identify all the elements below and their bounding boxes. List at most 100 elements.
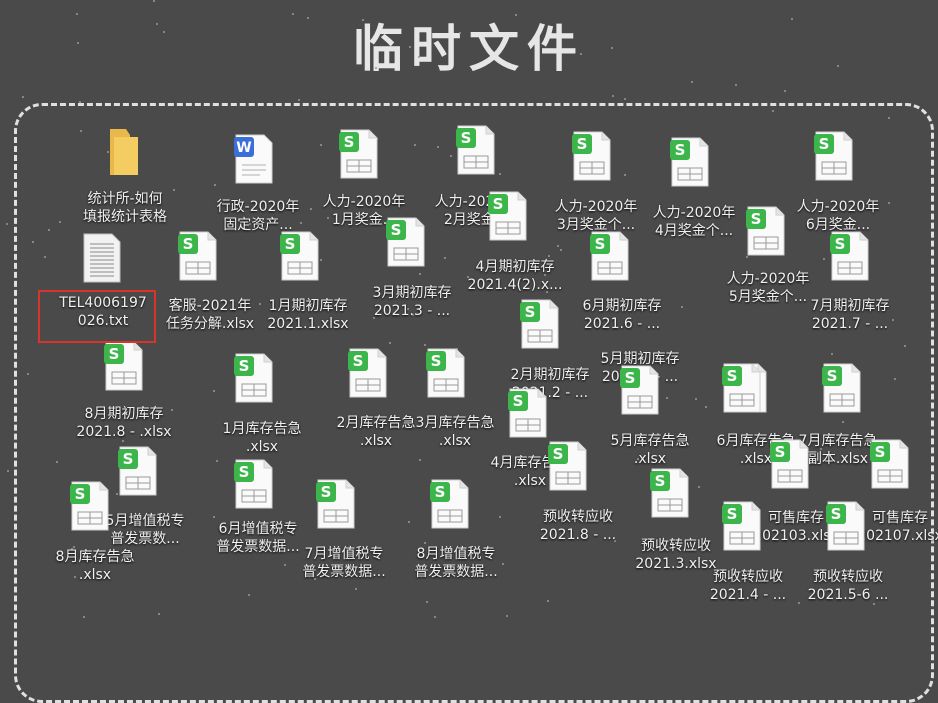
background-speck bbox=[292, 13, 294, 15]
spreadsheet-file-icon[interactable]: S bbox=[426, 347, 466, 399]
folder-icon[interactable] bbox=[104, 125, 144, 177]
background-speck bbox=[580, 53, 582, 55]
file-label[interactable]: 3月期初库存 2021.3 - ... bbox=[352, 284, 472, 320]
file-label[interactable]: 1月库存告急 .xlsx bbox=[202, 420, 322, 456]
background-speck bbox=[612, 95, 614, 97]
background-speck bbox=[611, 47, 613, 49]
svg-text:S: S bbox=[461, 129, 472, 147]
file-label[interactable]: 8月期初库存 2021.8 - .xlsx bbox=[64, 405, 184, 441]
spreadsheet-file-icon[interactable]: S bbox=[620, 364, 660, 416]
svg-text:S: S bbox=[625, 369, 636, 387]
spreadsheet-file-icon[interactable]: S bbox=[870, 438, 910, 490]
svg-text:S: S bbox=[775, 443, 786, 461]
background-speck bbox=[6, 223, 8, 225]
spreadsheet-file-icon[interactable]: S bbox=[430, 478, 470, 530]
svg-text:S: S bbox=[875, 443, 886, 461]
spreadsheet-file-icon[interactable]: S bbox=[548, 440, 588, 492]
background-speck bbox=[691, 81, 693, 83]
spreadsheet-file-icon[interactable]: S bbox=[670, 136, 710, 188]
background-speck bbox=[459, 32, 461, 34]
svg-text:S: S bbox=[123, 450, 134, 468]
spreadsheet-file-icon[interactable]: S bbox=[348, 347, 388, 399]
svg-text:S: S bbox=[239, 357, 250, 375]
svg-text:S: S bbox=[819, 135, 830, 153]
spreadsheet-file-icon[interactable]: S bbox=[280, 230, 320, 282]
svg-text:S: S bbox=[751, 210, 762, 228]
background-speck bbox=[735, 84, 737, 86]
spreadsheet-file-icon[interactable]: S bbox=[814, 130, 854, 182]
selection-highlight bbox=[38, 290, 156, 343]
file-label[interactable]: 人力-2020年 6月奖金... bbox=[778, 198, 898, 234]
svg-text:S: S bbox=[831, 505, 842, 523]
spreadsheet-file-icon[interactable]: S bbox=[572, 130, 612, 182]
spreadsheet-file-icon[interactable]: S bbox=[722, 500, 762, 552]
file-label[interactable]: 人力-2020年 4月奖金个... bbox=[634, 204, 754, 240]
spreadsheet-file-icon[interactable]: S bbox=[339, 128, 379, 180]
background-speck bbox=[153, 0, 155, 2]
svg-text:S: S bbox=[353, 352, 364, 370]
spreadsheet-file-icon[interactable]: S bbox=[508, 387, 548, 439]
background-speck bbox=[624, 98, 626, 100]
background-speck bbox=[409, 46, 411, 48]
svg-text:S: S bbox=[553, 445, 564, 463]
file-label[interactable]: 7月期初库存 2021.7 - ... bbox=[790, 297, 910, 333]
svg-text:S: S bbox=[109, 345, 120, 363]
file-label[interactable]: 7月增值税专 普发票数据... bbox=[284, 545, 404, 581]
spreadsheet-file-icon[interactable]: S bbox=[488, 190, 528, 242]
spreadsheet-file-icon[interactable]: S bbox=[234, 458, 274, 510]
file-label[interactable]: 统计所-如何 填报统计表格 bbox=[65, 190, 185, 226]
spreadsheet-file-icon[interactable]: S bbox=[316, 478, 356, 530]
svg-text:S: S bbox=[75, 485, 86, 503]
svg-text:S: S bbox=[513, 392, 524, 410]
spreadsheet-file-icon[interactable]: S bbox=[520, 298, 560, 350]
spreadsheet-file-icon[interactable]: S bbox=[104, 340, 144, 392]
file-label[interactable]: 5月库存告急 .xlsx bbox=[590, 432, 710, 468]
svg-text:S: S bbox=[431, 352, 442, 370]
background-speck bbox=[163, 31, 165, 33]
file-label[interactable]: 8月增值税专 普发票数据... bbox=[396, 545, 516, 581]
spreadsheet-file-icon[interactable]: S bbox=[822, 362, 862, 414]
spreadsheet-file-icon[interactable]: S bbox=[746, 205, 786, 257]
spreadsheet-file-icon[interactable]: S bbox=[770, 438, 810, 490]
spreadsheet-file-icon[interactable]: S bbox=[178, 230, 218, 282]
spreadsheet-file-icon[interactable]: S bbox=[830, 230, 870, 282]
spreadsheet-file-icon[interactable]: S bbox=[234, 352, 274, 404]
file-label[interactable]: 1月期初库存 2021.1.xlsx bbox=[248, 297, 368, 333]
svg-text:S: S bbox=[655, 472, 666, 490]
spreadsheet-file-icon[interactable]: S bbox=[826, 500, 866, 552]
svg-text:S: S bbox=[835, 235, 846, 253]
file-label[interactable]: 行政-2020年 固定资产... bbox=[198, 198, 318, 234]
background-speck bbox=[784, 90, 786, 92]
word-file-icon[interactable]: W bbox=[234, 133, 274, 185]
spreadsheet-file-icon[interactable]: S bbox=[118, 445, 158, 497]
background-speck bbox=[298, 99, 300, 101]
svg-text:S: S bbox=[827, 367, 838, 385]
file-label[interactable]: 4月期初库存 2021.4(2).x... bbox=[455, 258, 575, 294]
background-speck bbox=[375, 67, 377, 69]
file-label[interactable]: 6月期初库存 2021.6 - ... bbox=[562, 297, 682, 333]
background-speck bbox=[791, 18, 793, 20]
svg-text:S: S bbox=[183, 235, 194, 253]
spreadsheet-file-icon[interactable]: S bbox=[722, 362, 762, 414]
spreadsheet-file-icon[interactable]: S bbox=[386, 216, 426, 268]
svg-text:S: S bbox=[391, 221, 402, 239]
background-speck bbox=[156, 23, 158, 25]
file-label[interactable]: 3月库存告急 .xlsx bbox=[395, 414, 515, 450]
svg-text:S: S bbox=[595, 235, 606, 253]
spreadsheet-file-icon[interactable]: S bbox=[650, 467, 690, 519]
spreadsheet-file-icon[interactable]: S bbox=[590, 230, 630, 282]
text-file-icon[interactable] bbox=[82, 232, 122, 284]
background-speck bbox=[77, 42, 79, 44]
spreadsheet-file-icon[interactable]: S bbox=[70, 480, 110, 532]
svg-text:S: S bbox=[239, 463, 250, 481]
file-label[interactable]: 预收转应收 2021.5-6 ... bbox=[788, 568, 908, 604]
svg-text:S: S bbox=[493, 195, 504, 213]
svg-text:S: S bbox=[727, 505, 738, 523]
svg-text:S: S bbox=[321, 483, 332, 501]
svg-text:S: S bbox=[285, 235, 296, 253]
svg-text:S: S bbox=[344, 133, 355, 151]
file-label[interactable]: 8月库存告急 .xlsx bbox=[35, 548, 155, 584]
svg-text:S: S bbox=[675, 141, 686, 159]
background-speck bbox=[837, 65, 839, 67]
spreadsheet-file-icon[interactable]: S bbox=[456, 124, 496, 176]
